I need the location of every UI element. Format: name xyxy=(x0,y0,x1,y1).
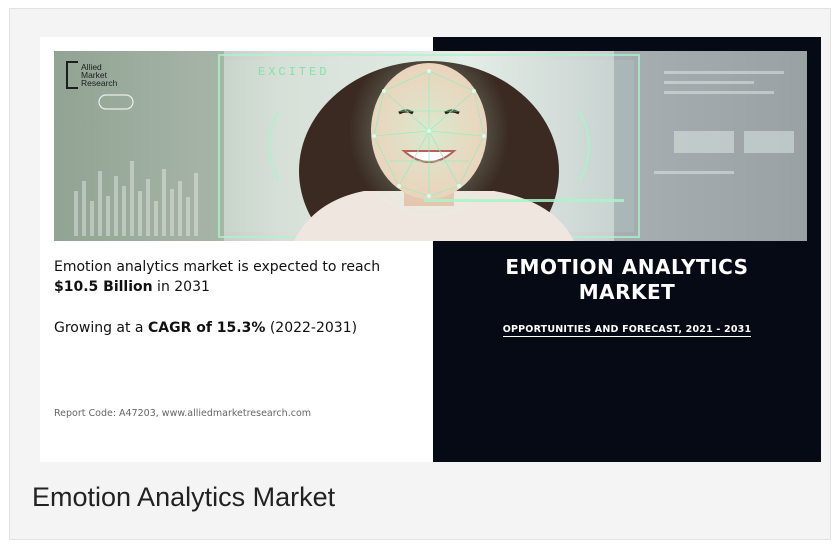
lead-suffix: in 2031 xyxy=(152,279,210,295)
banner-illustration xyxy=(54,51,807,241)
infographic-image: Allied Market Research EXCITED Emotion a… xyxy=(40,37,821,462)
market-title: EMOTION ANALYTICS MARKET xyxy=(433,255,821,305)
emotion-label-tag: EXCITED xyxy=(258,65,330,79)
figure-card: Allied Market Research EXCITED Emotion a… xyxy=(9,8,831,540)
lead-prefix: Emotion analytics market is expected to … xyxy=(54,259,381,275)
market-subtitle: OPPORTUNITIES AND FORECAST, 2021 - 2031 xyxy=(433,317,821,337)
cagr-statement: Growing at a CAGR of 15.3% (2022-2031) xyxy=(54,318,424,338)
allied-market-research-logo: Allied Market Research xyxy=(66,61,128,101)
market-title-line-1: EMOTION ANALYTICS xyxy=(505,255,749,279)
figure-caption: Emotion Analytics Market xyxy=(32,482,336,512)
face-recognition-banner: Allied Market Research EXCITED xyxy=(54,51,807,241)
forecast-subtitle: OPPORTUNITIES AND FORECAST, 2021 - 2031 xyxy=(502,324,752,337)
market-size-statement: Emotion analytics market is expected to … xyxy=(54,257,424,297)
logo-mark-icon xyxy=(66,61,78,89)
market-title-line-2: MARKET xyxy=(578,280,676,304)
growth-prefix: Growing at a xyxy=(54,320,148,336)
logo-text-line-3: Research xyxy=(81,78,118,88)
report-code: Report Code: A47203, www.alliedmarketres… xyxy=(54,408,312,419)
growth-suffix: (2022-2031) xyxy=(265,320,358,336)
market-size-value: $10.5 Billion xyxy=(54,279,153,295)
cagr-value: CAGR of 15.3% xyxy=(147,320,266,336)
